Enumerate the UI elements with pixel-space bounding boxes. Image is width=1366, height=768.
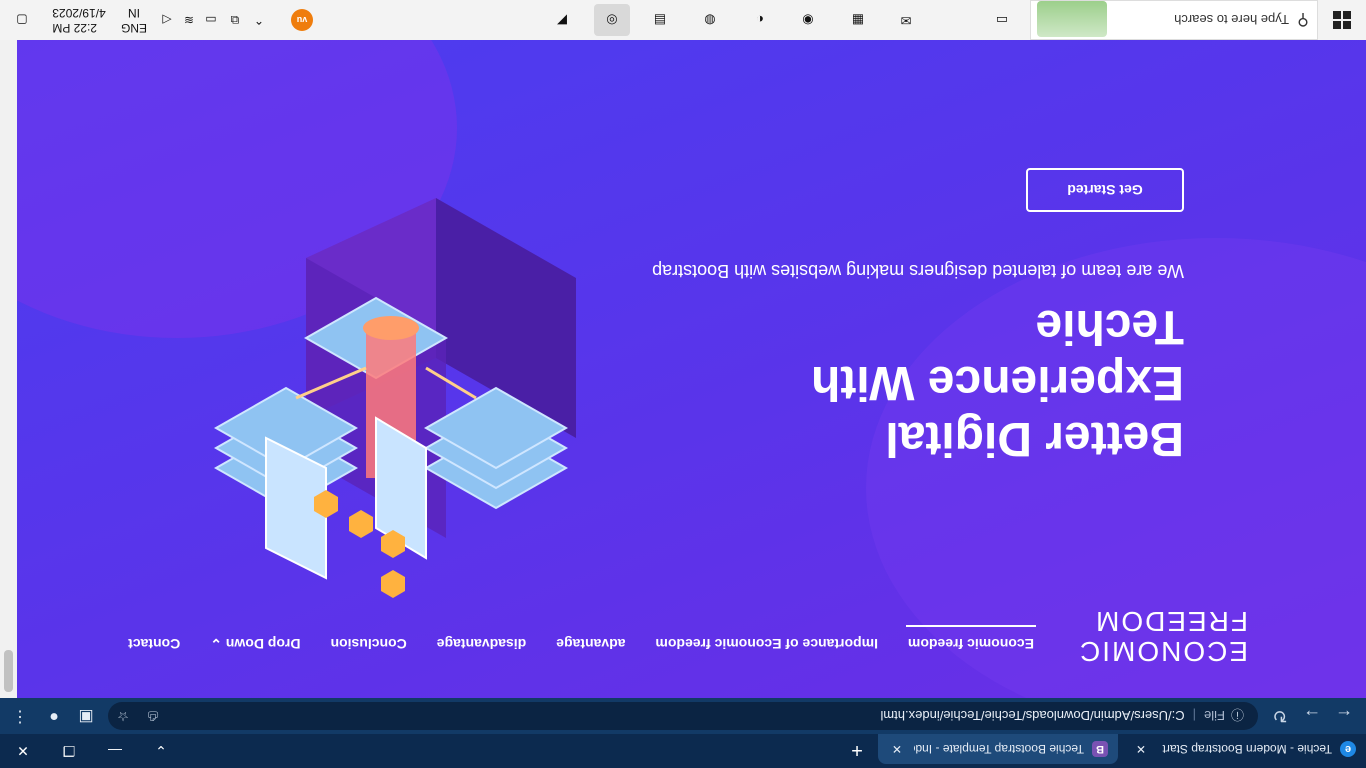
clock-date: 4/19/2023	[52, 6, 106, 20]
clock-time: 2:22 PM	[52, 21, 98, 35]
more-menu-icon[interactable]: ⋮	[6, 704, 34, 728]
logo-line1: ECONOMIC	[1078, 636, 1248, 667]
forward-icon[interactable]: →	[1298, 704, 1326, 728]
chrome-icon[interactable]: ◍	[692, 4, 728, 36]
refresh-icon[interactable]: ↻	[1266, 704, 1294, 728]
url-text: C:/Users/Admin/Downloads/Techie/Techie/i…	[880, 708, 1185, 724]
taskbar: ⚲ Type here to search ▭ ✉ ▦ ◉ ◐ ◍ ▤ ◎ ◤ …	[0, 0, 1366, 40]
favorite-icon[interactable]: ☆	[108, 708, 138, 724]
page-scrollbar[interactable]	[0, 40, 17, 698]
close-window-button[interactable]: ✕	[0, 734, 46, 768]
mail-icon[interactable]: ✉	[888, 4, 924, 36]
maximize-button[interactable]: ❐	[46, 734, 92, 768]
zoom-icon[interactable]: ◉	[790, 4, 826, 36]
language-indicator[interactable]: ENG IN	[116, 0, 152, 40]
lang-primary: ENG	[121, 21, 148, 35]
chrome-profile-icon[interactable]: ◎	[594, 4, 630, 36]
network-app-icon[interactable]: ⧉	[224, 0, 246, 40]
profile-avatar[interactable]: ●	[40, 704, 68, 728]
minimize-button[interactable]: —	[92, 734, 138, 768]
search-icon: ⚲	[1297, 11, 1309, 28]
file-explorer-icon[interactable]	[936, 4, 972, 36]
address-bar: ← → ↻ ⓘ File | C:/Users/Admin/Downloads/…	[0, 698, 1366, 734]
bootstrap-icon: B	[1092, 741, 1108, 757]
user-avatar[interactable]: vu	[282, 0, 322, 40]
tab-techie-modern[interactable]: e Techie - Modern Bootstrap Start ✕	[1122, 734, 1366, 764]
hero-illustration	[213, 198, 576, 598]
scrollbar-thumb[interactable]	[4, 650, 13, 692]
search-highlight-image	[1037, 1, 1107, 37]
edge-icon[interactable]: ◐	[742, 4, 778, 36]
info-icon[interactable]: ⓘ	[1231, 707, 1244, 726]
divider: |	[1192, 708, 1197, 724]
url-field[interactable]: ⓘ File | C:/Users/Admin/Downloads/Techie…	[108, 702, 1258, 730]
site-logo[interactable]: ECONOMIC FREEDOM	[1078, 606, 1248, 667]
tab-title: Techie Bootstrap Template - Inde	[914, 742, 1084, 756]
split-screen-icon[interactable]: ▣	[72, 704, 100, 728]
lang-secondary: IN	[128, 6, 141, 20]
close-icon[interactable]: ✕	[1132, 742, 1150, 756]
get-started-button[interactable]: Get Started	[1026, 168, 1184, 212]
edge-icon: e	[1340, 741, 1356, 757]
store-icon[interactable]: ▦	[840, 4, 876, 36]
search-placeholder: Type here to search	[1174, 12, 1289, 28]
new-tab-button[interactable]: +	[844, 738, 870, 762]
notification-icon[interactable]: ▢	[2, 0, 42, 40]
windows-icon	[1333, 11, 1351, 29]
tab-title: Techie - Modern Bootstrap Start	[1162, 742, 1332, 756]
search-box[interactable]: ⚲ Type here to search	[1030, 0, 1318, 40]
back-icon[interactable]: ←	[1330, 704, 1358, 728]
start-button[interactable]	[1318, 0, 1366, 40]
tab-strip: e Techie - Modern Bootstrap Start ✕ B Te…	[0, 734, 1366, 768]
tab-search-button[interactable]: ⌄	[138, 734, 184, 768]
close-icon[interactable]: ✕	[888, 742, 906, 756]
volume-icon[interactable]: ◁	[156, 0, 178, 40]
battery-icon[interactable]: ▭	[200, 0, 222, 40]
avatar-text: vu	[291, 9, 313, 31]
hero-title: Better Digital Experience With Techie	[810, 300, 1184, 465]
vscode-icon[interactable]: ◤	[544, 4, 580, 36]
task-view-icon[interactable]: ▭	[984, 4, 1020, 36]
tab-techie-template[interactable]: B Techie Bootstrap Template - Inde ✕	[878, 734, 1118, 764]
logo-line2: FREEDOM	[1094, 606, 1248, 637]
read-aloud-icon[interactable]: ⎙	[138, 708, 168, 724]
chevron-up-icon[interactable]: ⌃	[248, 0, 270, 40]
wifi-icon[interactable]: ≋	[178, 0, 200, 40]
scheme-label: File	[1204, 708, 1225, 724]
clock[interactable]: 2:22 PM 4/19/2023	[46, 0, 112, 40]
hero-subtitle: We are team of talented designers making…	[652, 261, 1184, 281]
page-hero: ECONOMIC FREEDOM Economic freedom Import…	[17, 40, 1366, 698]
nav-importance[interactable]: Importance of Economic freedom	[655, 635, 877, 652]
app-icon[interactable]: ▤	[642, 4, 678, 36]
nav-economic-freedom[interactable]: Economic freedom	[908, 635, 1034, 652]
